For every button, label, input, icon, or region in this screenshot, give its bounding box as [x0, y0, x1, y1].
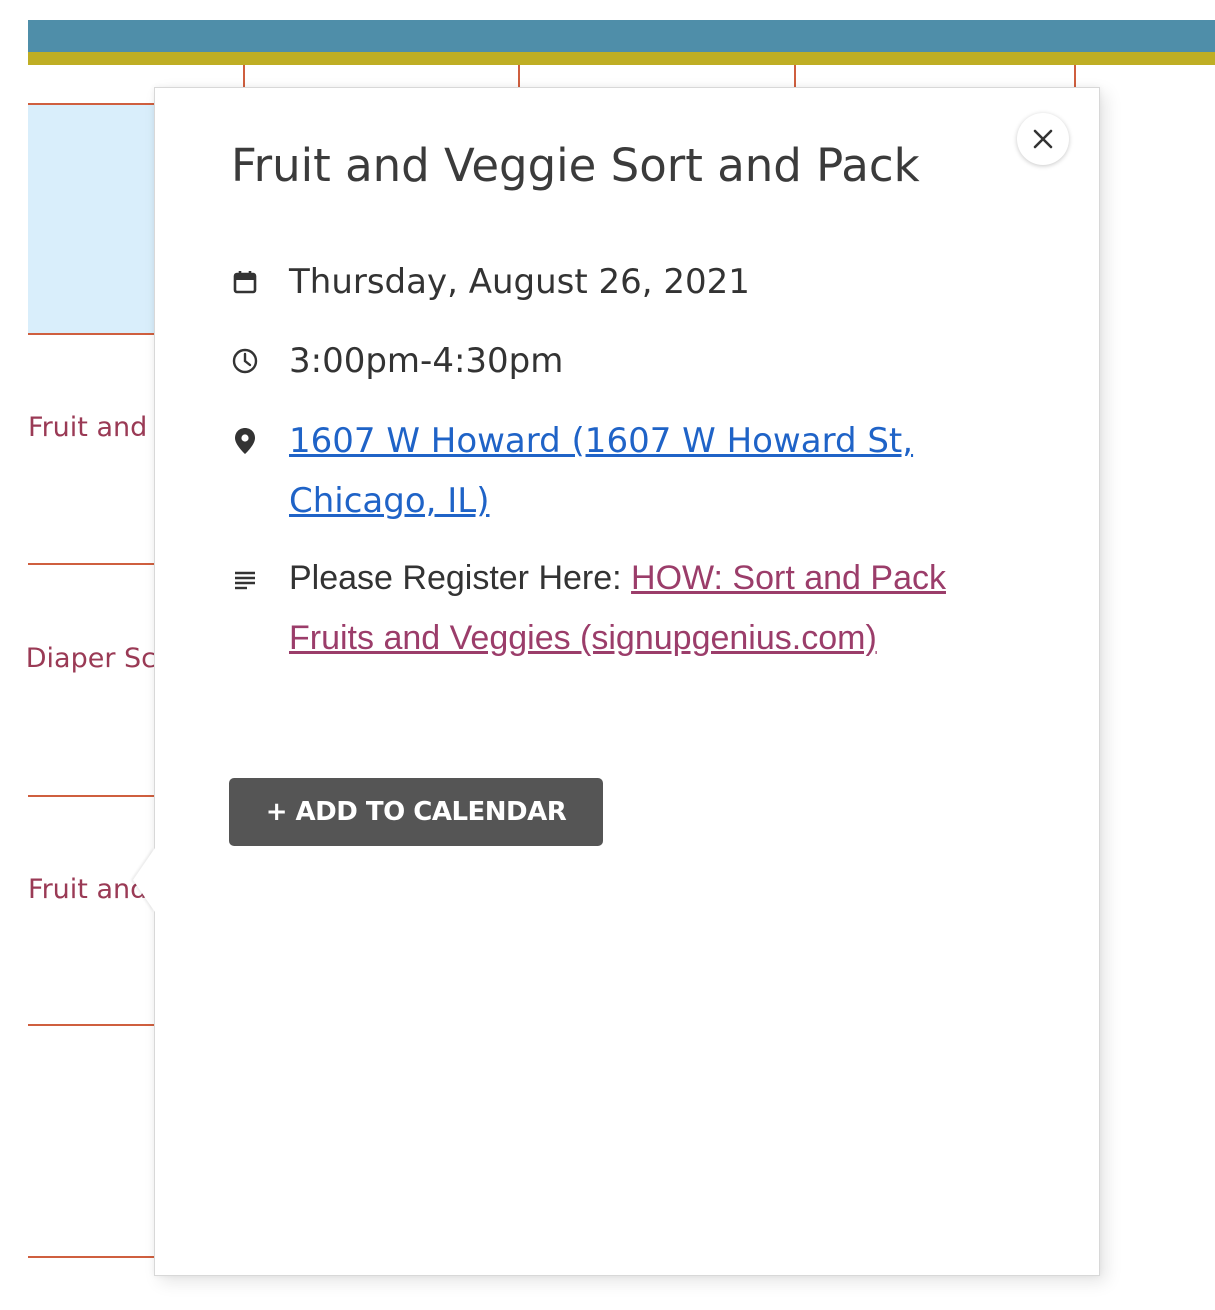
notes-icon — [231, 560, 267, 600]
event-time-row: 3:00pm-4:30pm — [231, 331, 991, 391]
grid-row-divider — [28, 563, 156, 565]
event-date: Thursday, August 26, 2021 — [289, 262, 750, 302]
grid-column-divider — [794, 65, 796, 89]
calendar-header-bar — [28, 20, 1215, 52]
event-title: Fruit and Veggie Sort and Pack — [231, 139, 920, 192]
grid-column-divider — [1074, 65, 1076, 89]
grid-column-divider — [518, 65, 520, 89]
close-button[interactable] — [1017, 113, 1069, 165]
description-prefix: Please Register Here: — [289, 559, 632, 597]
location-link[interactable]: 1607 W Howard (1607 W Howard St, Chicago… — [289, 421, 913, 521]
grid-row-divider — [28, 103, 156, 105]
event-time: 3:00pm-4:30pm — [289, 341, 564, 381]
grid-row-divider — [28, 1024, 156, 1026]
calendar-event-link[interactable]: Diaper Sc — [28, 642, 156, 676]
today-cell-highlight — [28, 105, 156, 334]
grid-row-divider — [28, 795, 156, 797]
calendar-icon — [231, 262, 267, 302]
grid-row-divider — [28, 333, 156, 335]
event-description-row: Please Register Here: HOW: Sort and Pack… — [231, 548, 991, 668]
close-icon — [1033, 129, 1053, 149]
map-pin-icon — [231, 421, 267, 461]
add-to-calendar-button[interactable]: + ADD TO CALENDAR — [229, 778, 603, 846]
event-location-row: 1607 W Howard (1607 W Howard St, Chicago… — [231, 411, 991, 531]
calendar-event-link[interactable]: Fruit and — [28, 411, 156, 445]
event-date-row: Thursday, August 26, 2021 — [231, 252, 991, 312]
event-popover: Fruit and Veggie Sort and Pack Thursday,… — [133, 87, 1100, 1276]
calendar-header-accent — [28, 52, 1215, 65]
popover-arrow — [133, 848, 155, 912]
grid-row-divider — [28, 1256, 156, 1258]
clock-icon — [231, 341, 267, 381]
grid-column-divider — [243, 65, 245, 89]
